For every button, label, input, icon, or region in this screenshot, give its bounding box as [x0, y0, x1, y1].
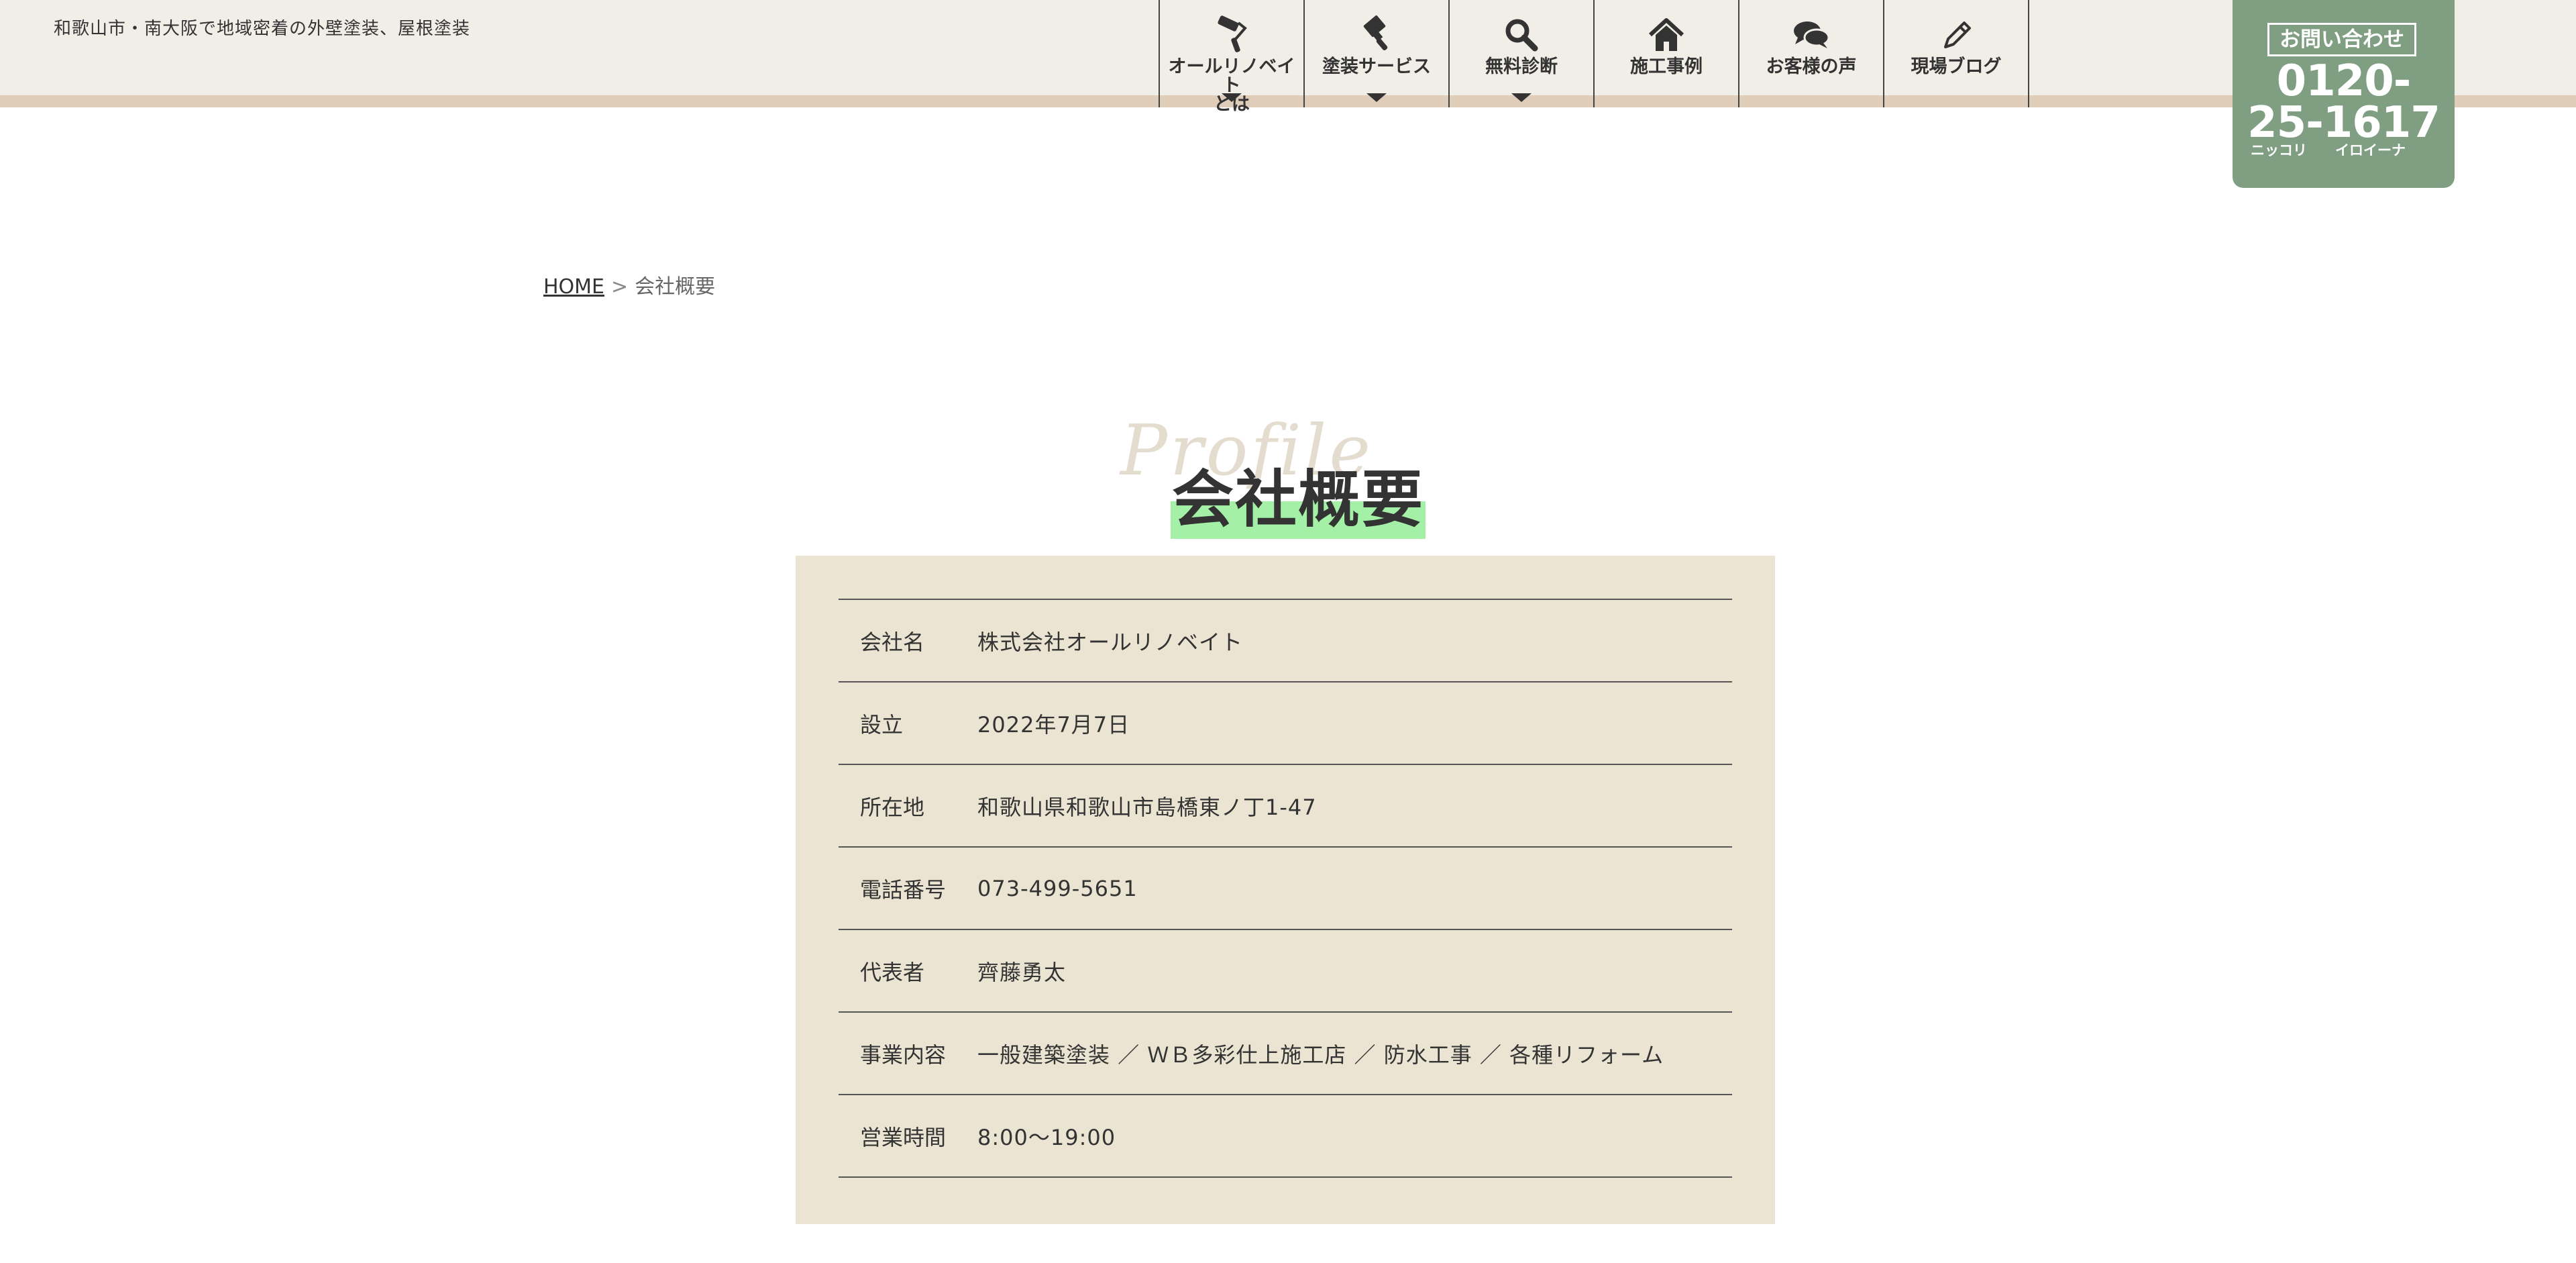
company-profile: 会社名 株式会社オールリノベイト 設立 2022年7月7日 所在地 和歌山県和歌… [796, 556, 1775, 1224]
breadcrumb-separator: > [611, 275, 629, 299]
breadcrumb-current: 会社概要 [635, 275, 716, 299]
row-value: 和歌山県和歌山市島橋東ノ丁1-47 [977, 794, 1317, 820]
contact-phone-number[interactable]: 0120- 25-1617 [2233, 60, 2455, 144]
nav-label: 塗装サービス [1322, 56, 1431, 77]
nav-item-blog[interactable]: 現場ブログ [1884, 0, 2029, 107]
phone-kana-left: ニッコリ [2251, 142, 2307, 158]
chevron-down-icon [1511, 93, 1532, 102]
site-header: 和歌山市・南大阪で地域密着の外壁塗装、屋根塗装 オールリノベイト とは 塗装サー… [0, 0, 2576, 188]
company-profile-table: 会社名 株式会社オールリノベイト 設立 2022年7月7日 所在地 和歌山県和歌… [839, 599, 1732, 1178]
nav-label: オールリノベイト とは [1168, 56, 1295, 115]
home-icon [1648, 18, 1684, 51]
row-value: 8:00〜19:00 [977, 1124, 1116, 1150]
paint-brush-icon [1363, 15, 1388, 51]
row-label: 設立 [860, 711, 904, 738]
nav-item-works[interactable]: 施工事例 [1595, 0, 1739, 107]
table-row: 事業内容 一般建築塗装 ／ ＷＢ多彩仕上施工店 ／ 防水工事 ／ 各種リフォーム [839, 1012, 1732, 1095]
nav-item-services[interactable]: 塗装サービス [1305, 0, 1450, 107]
row-label: 所在地 [860, 794, 925, 820]
row-value: 073-499-5651 [977, 875, 1138, 901]
page-title: 会社概要 [1171, 450, 1426, 539]
row-label: 事業内容 [860, 1042, 947, 1068]
paint-roller-icon [1218, 15, 1247, 52]
table-row: 会社名 株式会社オールリノベイト [839, 599, 1732, 682]
nav-item-diagnosis[interactable]: 無料診断 [1450, 0, 1595, 107]
row-label: 電話番号 [860, 876, 947, 903]
phone-kana-right: イロイーナ [2335, 142, 2406, 158]
contact-title: お問い合わせ [2267, 23, 2416, 56]
table-row: 代表者 齊藤勇太 [839, 929, 1732, 1012]
breadcrumb-home-link[interactable]: HOME [543, 275, 604, 299]
site-tagline: 和歌山市・南大阪で地域密着の外壁塗装、屋根塗装 [54, 19, 471, 39]
contact-phone-box[interactable]: お問い合わせ 0120- 25-1617 ニッコリ イロイーナ [2233, 0, 2455, 188]
table-row: 営業時間 8:00〜19:00 [839, 1095, 1732, 1177]
row-value: 株式会社オールリノベイト [977, 629, 1244, 655]
page-title-area: Profile 会社概要 [0, 409, 2576, 539]
nav-label: 現場ブログ [1911, 56, 2002, 77]
row-label: 営業時間 [860, 1124, 947, 1150]
nav-item-about[interactable]: オールリノベイト とは [1160, 0, 1305, 114]
breadcrumb: HOME > 会社概要 [543, 270, 715, 299]
pencil-icon [1944, 21, 1971, 48]
table-row: 電話番号 073-499-5651 [839, 847, 1732, 929]
nav-label: 施工事例 [1630, 56, 1703, 77]
table-row: 設立 2022年7月7日 [839, 682, 1732, 764]
row-value: 齊藤勇太 [977, 959, 1067, 985]
nav-label: 無料診断 [1485, 56, 1558, 77]
search-icon [1505, 19, 1538, 52]
chevron-down-icon [1366, 93, 1387, 102]
nav-item-voices[interactable]: お客様の声 [1739, 0, 1884, 107]
chat-bubbles-icon [1794, 21, 1830, 48]
nav-label: お客様の声 [1766, 56, 1857, 77]
phone-number-line2: 25-1617 [2247, 98, 2440, 148]
row-value: 一般建築塗装 ／ ＷＢ多彩仕上施工店 ／ 防水工事 ／ 各種リフォーム [977, 1042, 1664, 1068]
main-nav: オールリノベイト とは 塗装サービス 無料診断 施工事例 お客様の声 現場ブログ [1159, 0, 2029, 114]
row-label: 代表者 [860, 959, 925, 985]
chevron-down-icon [1222, 93, 1242, 102]
phone-number-line1: 0120- [2276, 56, 2412, 106]
row-value: 2022年7月7日 [977, 711, 1130, 738]
table-row: 所在地 和歌山県和歌山市島橋東ノ丁1-47 [839, 764, 1732, 847]
row-label: 会社名 [860, 629, 925, 655]
